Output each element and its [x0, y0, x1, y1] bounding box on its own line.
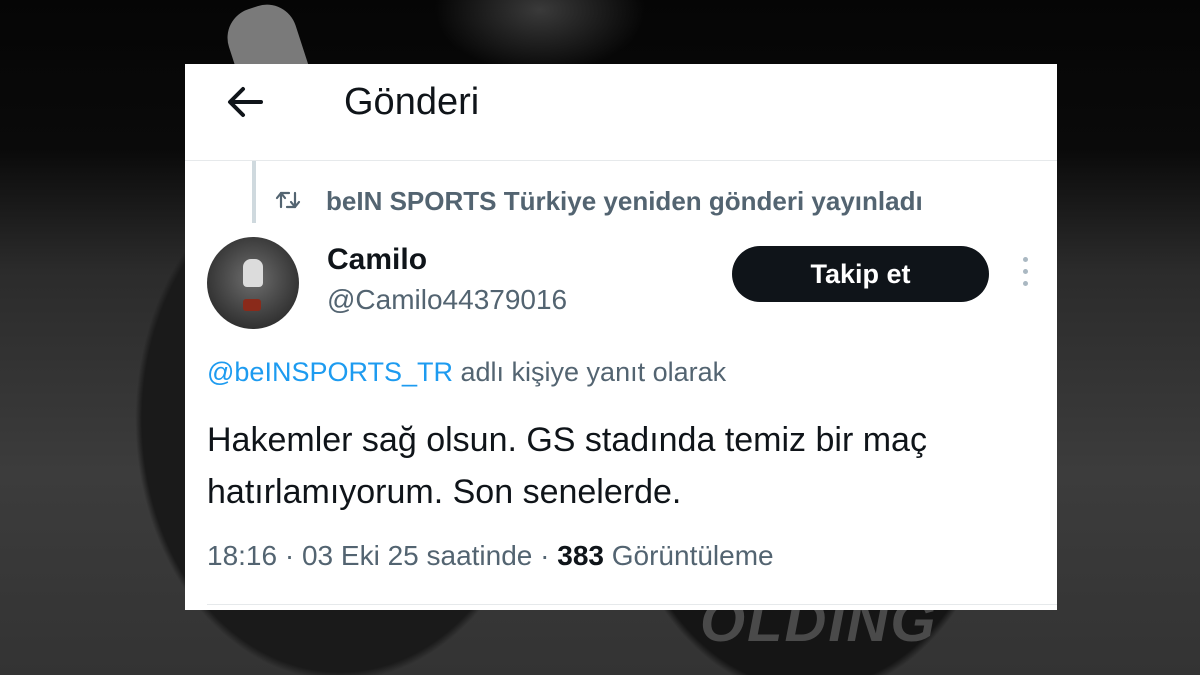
- more-options-icon[interactable]: [1015, 257, 1035, 293]
- views-count: 383: [557, 540, 604, 571]
- page-title: Gönderi: [344, 81, 480, 123]
- reply-mention-link[interactable]: @beINSPORTS_TR: [207, 357, 453, 387]
- reply-suffix: adlı kişiye yanıt olarak: [460, 357, 727, 387]
- meta-separator: ·: [284, 540, 295, 571]
- tweet-text: Hakemler sağ olsun. GS stadında temiz bi…: [207, 421, 927, 511]
- follow-button[interactable]: Takip et: [732, 246, 989, 302]
- avatar-pot: [243, 299, 261, 311]
- thread-line: [252, 161, 256, 223]
- author-handle[interactable]: @Camilo44379016: [327, 282, 567, 318]
- views-label: Görüntüleme: [611, 540, 774, 571]
- post-header: Gönderi: [185, 64, 1057, 161]
- author-name[interactable]: Camilo: [327, 242, 427, 278]
- post-card: Gönderi beIN SPORTS Türkiye yeniden gönd…: [185, 64, 1057, 610]
- tweet-time[interactable]: 18:16: [207, 540, 277, 571]
- arrow-left-icon[interactable]: [221, 78, 269, 126]
- tweet-date[interactable]: 03 Eki 25 saatinde: [302, 540, 532, 571]
- retweet-icon: [275, 187, 301, 213]
- meta-separator: ·: [540, 540, 550, 571]
- tweet-meta: 18:16 · 03 Eki 25 saatinde · 383 Görüntü…: [207, 538, 774, 574]
- avatar-figure: [243, 259, 263, 287]
- divider: [207, 604, 1057, 605]
- avatar[interactable]: [207, 237, 299, 329]
- retweet-label[interactable]: beIN SPORTS Türkiye yeniden gönderi yayı…: [326, 186, 923, 216]
- reply-context: @beINSPORTS_TR adlı kişiye yanıt olarak: [207, 355, 726, 389]
